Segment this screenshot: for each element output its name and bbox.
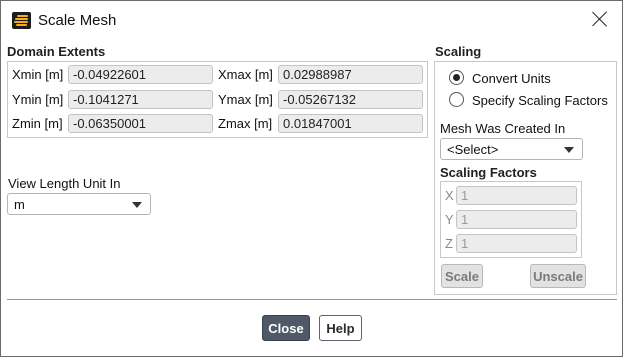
factor-z-label: Z [445,236,453,251]
fluent-logo-icon [12,12,31,29]
factor-y-field[interactable]: 1 [456,210,577,229]
specify-factors-radio[interactable] [449,92,464,107]
scale-button[interactable]: Scale [441,264,483,288]
zmin-label: Zmin [m] [12,116,63,131]
factor-z-field[interactable]: 1 [456,234,577,253]
scale-mesh-dialog: Scale Mesh Domain Extents Xmin [m] -0.04… [0,0,623,357]
xmin-field[interactable]: -0.04922601 [68,65,213,84]
zmin-field[interactable]: -0.06350001 [68,114,213,133]
convert-units-label[interactable]: Convert Units [472,71,551,86]
title-bar: Scale Mesh [1,1,622,39]
view-length-unit-select[interactable]: m [7,193,151,215]
domain-extents-title: Domain Extents [7,44,106,59]
ymax-field[interactable]: -0.05267132 [278,90,423,109]
close-icon[interactable] [592,11,608,27]
unscale-button[interactable]: Unscale [530,264,586,288]
scaling-factors-title: Scaling Factors [440,165,537,180]
ymin-label: Ymin [m] [12,92,64,107]
zmax-label: Zmax [m] [218,116,273,131]
ymin-field[interactable]: -0.1041271 [68,90,213,109]
xmax-label: Xmax [m] [218,67,273,82]
chevron-down-icon [564,147,574,153]
chevron-down-icon [132,202,142,208]
help-button[interactable]: Help [319,315,362,341]
mesh-created-value: <Select> [447,142,499,157]
scaling-title: Scaling [435,44,482,59]
xmax-field[interactable]: 0.02988987 [278,65,423,84]
convert-units-radio[interactable] [449,70,464,85]
view-length-label: View Length Unit In [8,176,121,191]
factor-x-field[interactable]: 1 [456,186,577,205]
xmin-label: Xmin [m] [12,67,64,82]
specify-factors-label[interactable]: Specify Scaling Factors [472,93,608,108]
footer-divider [7,299,617,300]
view-length-unit-value: m [14,197,25,212]
factor-y-label: Y [445,212,454,227]
mesh-created-select[interactable]: <Select> [440,138,583,160]
mesh-created-label: Mesh Was Created In [440,121,566,136]
zmax-field[interactable]: 0.01847001 [278,114,423,133]
window-title: Scale Mesh [38,12,117,29]
ymax-label: Ymax [m] [218,92,273,107]
close-button[interactable]: Close [262,315,310,341]
factor-x-label: X [445,188,454,203]
